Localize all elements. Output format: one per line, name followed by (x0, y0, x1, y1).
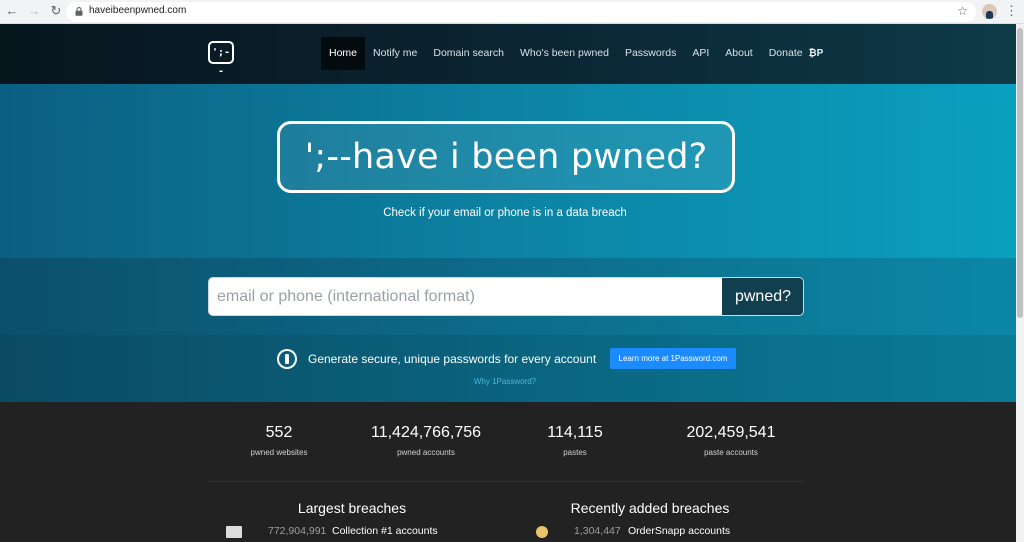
scrollbar-thumb[interactable] (1017, 28, 1023, 318)
nav-item-notify-me[interactable]: Notify me (365, 37, 425, 70)
why-1password-link-text[interactable]: Why 1Password? (474, 377, 536, 386)
list-item[interactable]: 1,304,447 OrderSnapp accounts (536, 525, 776, 539)
promo-text: Generate secure, unique passwords for ev… (308, 352, 597, 366)
site-navbar: ';-- Home Notify me Domain search Who's … (0, 24, 1016, 84)
breach-logo-icon (226, 526, 242, 538)
password-manager-promo: Generate secure, unique passwords for ev… (0, 335, 1016, 402)
nav-item-whos-been-pwned[interactable]: Who's been pwned (512, 37, 617, 70)
nav-item-about[interactable]: About (717, 37, 760, 70)
page-title: ';--have i been pwned? (277, 121, 735, 193)
nav-item-api[interactable]: API (684, 37, 717, 70)
recent-breaches-title: Recently added breaches (570, 500, 730, 516)
breach-name: OrderSnapp accounts (628, 525, 731, 537)
breach-name: Collection #1 accounts (332, 525, 438, 537)
stat-value: 114,115 (547, 424, 603, 441)
stat-pastes: 114,115 pastes (485, 424, 665, 457)
breach-logo-icon (536, 526, 548, 538)
browser-toolbar: ← → ↻ haveibeenpwned.com ☆ ⋮ (0, 0, 1024, 24)
url-text: haveibeenpwned.com (89, 5, 187, 16)
learn-more-button[interactable]: Learn more at 1Password.com (610, 348, 736, 369)
nav-menu: Home Notify me Domain search Who's been … (321, 37, 831, 70)
bookmark-star-icon[interactable]: ☆ (957, 4, 968, 18)
profile-avatar[interactable] (982, 4, 997, 19)
stat-paste-accounts: 202,459,541 paste accounts (641, 424, 821, 457)
search-input[interactable] (209, 278, 722, 315)
browser-menu-icon[interactable]: ⋮ (1005, 3, 1018, 19)
stat-label: paste accounts (704, 448, 758, 457)
donate-label: Donate (768, 47, 803, 59)
stat-label: pastes (563, 448, 587, 457)
stat-value: 202,459,541 (686, 424, 776, 441)
hero-banner: ';--have i been pwned? Check if your ema… (0, 84, 1016, 258)
nav-item-passwords[interactable]: Passwords (617, 37, 684, 70)
back-arrow-icon[interactable]: ← (4, 3, 20, 19)
nav-item-domain-search[interactable]: Domain search (425, 37, 512, 70)
search-form: pwned? (208, 277, 804, 316)
pwned-search-button[interactable]: pwned? (722, 278, 803, 315)
address-bar[interactable]: haveibeenpwned.com ☆ (66, 2, 976, 22)
nav-item-home[interactable]: Home (321, 37, 366, 70)
lock-icon (75, 7, 83, 16)
list-item[interactable]: 772,904,991 Collection #1 accounts (226, 525, 486, 539)
page-scrollbar[interactable] (1016, 24, 1024, 542)
why-1password-link: Why 1Password? (0, 377, 1010, 386)
breach-count: 1,304,447 (574, 525, 621, 537)
page-content: ';-- Home Notify me Domain search Who's … (0, 24, 1016, 542)
nav-item-donate[interactable]: Donate ₿P (761, 37, 832, 70)
hero-tagline: Check if your email or phone is in a dat… (383, 207, 627, 219)
largest-breaches-title: Largest breaches (297, 500, 407, 516)
section-divider (208, 481, 804, 482)
stats-section: 552 pwned websites 11,424,766,756 pwned … (0, 402, 1016, 542)
site-logo[interactable]: ';-- (208, 41, 234, 77)
bitcoin-icon: ₿ (808, 48, 817, 59)
breach-count: 772,904,991 (268, 525, 327, 537)
1password-logo-icon (277, 349, 297, 369)
forward-arrow-icon[interactable]: → (26, 3, 42, 19)
paypal-icon: P (816, 48, 824, 59)
search-section: pwned? (0, 258, 1016, 335)
reload-icon[interactable]: ↻ (48, 3, 64, 19)
